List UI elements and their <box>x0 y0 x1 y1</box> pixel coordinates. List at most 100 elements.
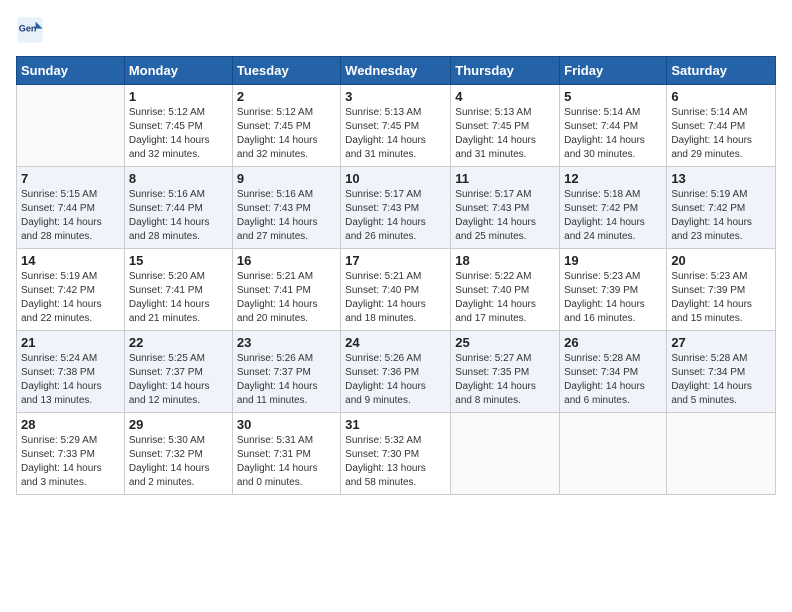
calendar-cell <box>667 413 776 495</box>
day-info: Sunrise: 5:16 AMSunset: 7:44 PMDaylight:… <box>129 188 228 244</box>
day-number: 12 <box>564 171 662 186</box>
day-info: Sunrise: 5:22 AMSunset: 7:40 PMDaylight:… <box>455 270 555 326</box>
day-info: Sunrise: 5:13 AMSunset: 7:45 PMDaylight:… <box>455 106 555 162</box>
day-info: Sunrise: 5:23 AMSunset: 7:39 PMDaylight:… <box>671 270 771 326</box>
day-info: Sunrise: 5:28 AMSunset: 7:34 PMDaylight:… <box>564 352 662 408</box>
day-number: 5 <box>564 89 662 104</box>
day-info: Sunrise: 5:14 AMSunset: 7:44 PMDaylight:… <box>564 106 662 162</box>
day-number: 27 <box>671 335 771 350</box>
day-info: Sunrise: 5:18 AMSunset: 7:42 PMDaylight:… <box>564 188 662 244</box>
day-info: Sunrise: 5:21 AMSunset: 7:40 PMDaylight:… <box>345 270 446 326</box>
day-number: 29 <box>129 417 228 432</box>
day-number: 1 <box>129 89 228 104</box>
calendar-week-row: 1 Sunrise: 5:12 AMSunset: 7:45 PMDaylight… <box>17 85 776 167</box>
day-number: 19 <box>564 253 662 268</box>
calendar-cell: 20 Sunrise: 5:23 AMSunset: 7:39 PMDayligh… <box>667 249 776 331</box>
calendar-cell: 4 Sunrise: 5:13 AMSunset: 7:45 PMDaylight… <box>451 85 560 167</box>
calendar-cell: 27 Sunrise: 5:28 AMSunset: 7:34 PMDayligh… <box>667 331 776 413</box>
day-number: 31 <box>345 417 446 432</box>
day-number: 30 <box>237 417 336 432</box>
day-info: Sunrise: 5:26 AMSunset: 7:36 PMDaylight:… <box>345 352 446 408</box>
calendar-table: SundayMondayTuesdayWednesdayThursdayFrid… <box>16 56 776 495</box>
calendar-cell: 31 Sunrise: 5:32 AMSunset: 7:30 PMDayligh… <box>341 413 451 495</box>
day-number: 20 <box>671 253 771 268</box>
day-number: 23 <box>237 335 336 350</box>
calendar-cell: 30 Sunrise: 5:31 AMSunset: 7:31 PMDayligh… <box>232 413 340 495</box>
day-info: Sunrise: 5:31 AMSunset: 7:31 PMDaylight:… <box>237 434 336 490</box>
day-number: 13 <box>671 171 771 186</box>
calendar-cell: 10 Sunrise: 5:17 AMSunset: 7:43 PMDayligh… <box>341 167 451 249</box>
col-header-tuesday: Tuesday <box>232 57 340 85</box>
day-info: Sunrise: 5:24 AMSunset: 7:38 PMDaylight:… <box>21 352 120 408</box>
col-header-wednesday: Wednesday <box>341 57 451 85</box>
calendar-cell: 23 Sunrise: 5:26 AMSunset: 7:37 PMDayligh… <box>232 331 340 413</box>
day-info: Sunrise: 5:14 AMSunset: 7:44 PMDaylight:… <box>671 106 771 162</box>
day-number: 2 <box>237 89 336 104</box>
day-number: 4 <box>455 89 555 104</box>
calendar-week-row: 28Sunrise: 5:29 AMSunset: 7:33 PMDayligh… <box>17 413 776 495</box>
calendar-cell: 15 Sunrise: 5:20 AMSunset: 7:41 PMDayligh… <box>124 249 232 331</box>
calendar-cell: 11 Sunrise: 5:17 AMSunset: 7:43 PMDayligh… <box>451 167 560 249</box>
col-header-sunday: Sunday <box>17 57 125 85</box>
calendar-cell: 19 Sunrise: 5:23 AMSunset: 7:39 PMDayligh… <box>560 249 667 331</box>
calendar-cell: 6 Sunrise: 5:14 AMSunset: 7:44 PMDaylight… <box>667 85 776 167</box>
day-number: 24 <box>345 335 446 350</box>
day-number: 17 <box>345 253 446 268</box>
calendar-week-row: 21 Sunrise: 5:24 AMSunset: 7:38 PMDayligh… <box>17 331 776 413</box>
day-info: Sunrise: 5:23 AMSunset: 7:39 PMDaylight:… <box>564 270 662 326</box>
day-number: 7 <box>21 171 120 186</box>
day-number: 26 <box>564 335 662 350</box>
calendar-header-row: SundayMondayTuesdayWednesdayThursdayFrid… <box>17 57 776 85</box>
day-info: Sunrise: 5:26 AMSunset: 7:37 PMDaylight:… <box>237 352 336 408</box>
calendar-cell: 26 Sunrise: 5:28 AMSunset: 7:34 PMDayligh… <box>560 331 667 413</box>
calendar-cell: 18 Sunrise: 5:22 AMSunset: 7:40 PMDayligh… <box>451 249 560 331</box>
day-number: 18 <box>455 253 555 268</box>
logo: Gen <box>16 16 46 44</box>
day-number: 10 <box>345 171 446 186</box>
calendar-cell: 3 Sunrise: 5:13 AMSunset: 7:45 PMDaylight… <box>341 85 451 167</box>
day-info: Sunrise: 5:17 AMSunset: 7:43 PMDaylight:… <box>455 188 555 244</box>
day-info: Sunrise: 5:28 AMSunset: 7:34 PMDaylight:… <box>671 352 771 408</box>
day-info: Sunrise: 5:19 AMSunset: 7:42 PMDaylight:… <box>21 270 120 326</box>
day-info: Sunrise: 5:12 AMSunset: 7:45 PMDaylight:… <box>237 106 336 162</box>
day-number: 21 <box>21 335 120 350</box>
day-info: Sunrise: 5:27 AMSunset: 7:35 PMDaylight:… <box>455 352 555 408</box>
day-number: 11 <box>455 171 555 186</box>
calendar-cell: 14 Sunrise: 5:19 AMSunset: 7:42 PMDayligh… <box>17 249 125 331</box>
calendar-week-row: 7 Sunrise: 5:15 AMSunset: 7:44 PMDaylight… <box>17 167 776 249</box>
calendar-week-row: 14 Sunrise: 5:19 AMSunset: 7:42 PMDayligh… <box>17 249 776 331</box>
day-info: Sunrise: 5:19 AMSunset: 7:42 PMDaylight:… <box>671 188 771 244</box>
day-number: 6 <box>671 89 771 104</box>
calendar-cell: 16Sunrise: 5:21 AMSunset: 7:41 PMDayligh… <box>232 249 340 331</box>
day-number: 9 <box>237 171 336 186</box>
day-info: Sunrise: 5:29 AMSunset: 7:33 PMDaylight:… <box>21 434 120 490</box>
day-info: Sunrise: 5:15 AMSunset: 7:44 PMDaylight:… <box>21 188 120 244</box>
day-info: Sunrise: 5:32 AMSunset: 7:30 PMDaylight:… <box>345 434 446 490</box>
calendar-cell: 17 Sunrise: 5:21 AMSunset: 7:40 PMDayligh… <box>341 249 451 331</box>
day-info: Sunrise: 5:30 AMSunset: 7:32 PMDaylight:… <box>129 434 228 490</box>
day-number: 8 <box>129 171 228 186</box>
col-header-friday: Friday <box>560 57 667 85</box>
calendar-cell <box>451 413 560 495</box>
day-info: Sunrise: 5:13 AMSunset: 7:45 PMDaylight:… <box>345 106 446 162</box>
day-info: Sunrise: 5:21 AMSunset: 7:41 PMDaylight:… <box>237 270 336 326</box>
calendar-cell <box>17 85 125 167</box>
calendar-cell <box>560 413 667 495</box>
day-info: Sunrise: 5:20 AMSunset: 7:41 PMDaylight:… <box>129 270 228 326</box>
calendar-cell: 22Sunrise: 5:25 AMSunset: 7:37 PMDayligh… <box>124 331 232 413</box>
col-header-monday: Monday <box>124 57 232 85</box>
logo-icon: Gen <box>16 16 44 44</box>
calendar-cell: 8 Sunrise: 5:16 AMSunset: 7:44 PMDaylight… <box>124 167 232 249</box>
calendar-cell: 28Sunrise: 5:29 AMSunset: 7:33 PMDayligh… <box>17 413 125 495</box>
calendar-cell: 24 Sunrise: 5:26 AMSunset: 7:36 PMDayligh… <box>341 331 451 413</box>
day-info: Sunrise: 5:25 AMSunset: 7:37 PMDaylight:… <box>129 352 228 408</box>
svg-text:Gen: Gen <box>19 23 37 33</box>
calendar-cell: 7 Sunrise: 5:15 AMSunset: 7:44 PMDaylight… <box>17 167 125 249</box>
day-number: 14 <box>21 253 120 268</box>
day-number: 3 <box>345 89 446 104</box>
calendar-cell: 13 Sunrise: 5:19 AMSunset: 7:42 PMDayligh… <box>667 167 776 249</box>
day-number: 15 <box>129 253 228 268</box>
calendar-cell: 25Sunrise: 5:27 AMSunset: 7:35 PMDayligh… <box>451 331 560 413</box>
calendar-cell: 5 Sunrise: 5:14 AMSunset: 7:44 PMDaylight… <box>560 85 667 167</box>
day-info: Sunrise: 5:17 AMSunset: 7:43 PMDaylight:… <box>345 188 446 244</box>
